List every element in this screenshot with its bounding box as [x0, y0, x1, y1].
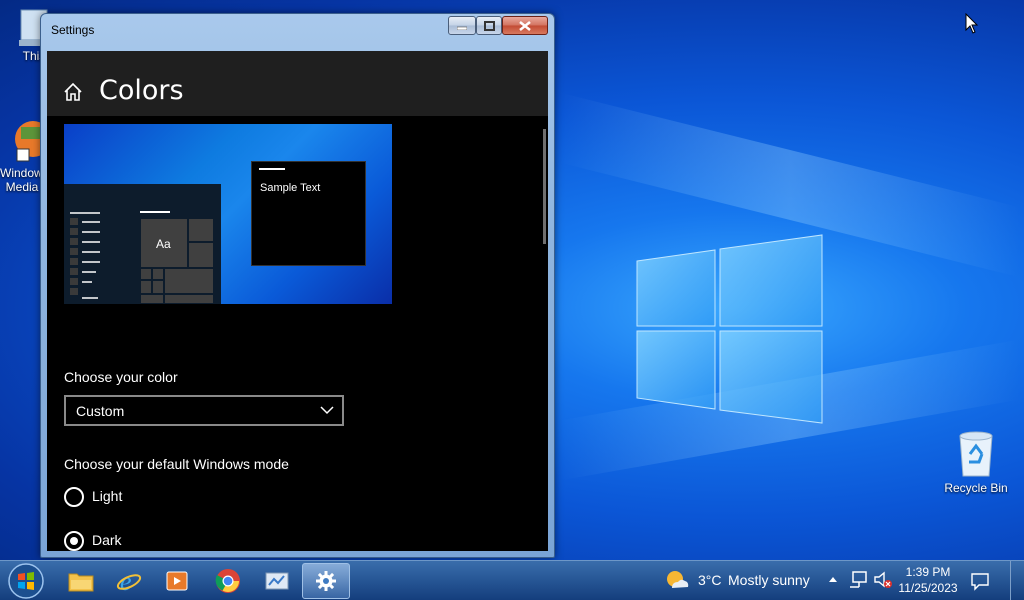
network-icon[interactable] — [849, 571, 869, 589]
taskbar-settings[interactable] — [302, 563, 350, 599]
gear-icon — [316, 571, 336, 591]
theme-preview: Aa Sample Text — [64, 124, 392, 304]
sample-text: Sample Text — [260, 182, 321, 194]
maximize-button[interactable] — [476, 16, 502, 35]
taskbar-media-player[interactable] — [153, 563, 201, 599]
maximize-icon — [483, 20, 495, 31]
media-player-icon — [166, 571, 188, 591]
radio-button[interactable] — [64, 487, 84, 507]
weather-temp: 3°C — [698, 572, 722, 588]
color-dropdown-value: Custom — [76, 403, 125, 419]
preview-menu-lines — [70, 212, 100, 299]
mode-label: Choose your default Windows mode — [64, 456, 289, 472]
start-button[interactable] — [6, 562, 46, 600]
clock-date: 11/25/2023 — [898, 581, 958, 595]
minimize-button[interactable] — [448, 16, 476, 35]
preview-window-bar — [259, 168, 285, 170]
desktop-icon-label: Windows Media — [0, 166, 49, 194]
volume-muted-icon[interactable] — [873, 571, 893, 589]
show-hidden-icons-icon[interactable] — [829, 576, 837, 584]
taskbar-chrome[interactable] — [204, 563, 252, 599]
taskbar: e 3°C Mostly sunny 1:39 PM 11/25/2023 — [0, 560, 1024, 600]
desktop-icon-recycle-bin[interactable]: Recycle Bin — [940, 430, 1012, 495]
weather-condition: Mostly sunny — [728, 572, 810, 588]
close-button[interactable] — [502, 16, 548, 35]
home-icon[interactable] — [63, 82, 83, 102]
settings-window[interactable]: Settings Colors Aa Sample Text Choose yo… — [40, 13, 555, 558]
control-panel-icon — [265, 572, 289, 590]
clock[interactable]: 1:39 PM 11/25/2023 — [893, 563, 963, 599]
preview-window: Sample Text — [251, 161, 366, 266]
taskbar-internet-explorer[interactable]: e — [105, 563, 153, 599]
taskbar-file-explorer[interactable] — [57, 563, 105, 599]
radio-label: Light — [92, 488, 123, 504]
show-desktop-button[interactable] — [1010, 561, 1024, 600]
clock-time: 1:39 PM — [905, 565, 951, 579]
window-title: Settings — [51, 23, 95, 37]
close-icon — [519, 20, 531, 31]
minimize-icon — [457, 26, 467, 30]
settings-content: Colors Aa Sample Text Choose your color … — [47, 51, 548, 551]
radio-label: Dark — [92, 532, 122, 548]
internet-explorer-icon: e — [116, 568, 142, 594]
page-title: Colors — [99, 75, 184, 106]
chrome-icon — [215, 569, 240, 593]
chevron-down-icon — [320, 406, 334, 415]
preview-tile-text: Aa — [156, 237, 171, 251]
weather-widget[interactable]: 3°C Mostly sunny — [664, 568, 824, 594]
mouse-cursor-icon — [965, 13, 979, 34]
radio-button[interactable] — [64, 531, 84, 551]
preview-tiles — [139, 211, 215, 304]
radio-light[interactable]: Light — [64, 486, 184, 508]
choose-color-label: Choose your color — [64, 369, 178, 385]
desktop-icon-label: Recycle Bin — [944, 481, 1008, 495]
radio-selected-dot — [70, 537, 78, 545]
recycle-bin-icon — [959, 431, 993, 477]
radio-dark[interactable]: Dark — [64, 530, 184, 551]
color-dropdown[interactable]: Custom — [64, 395, 344, 426]
folder-icon — [68, 573, 94, 592]
page-header: Colors — [47, 51, 548, 116]
preview-start-panel: Aa — [64, 184, 221, 304]
notifications-icon[interactable] — [970, 571, 990, 591]
windows-logo-wallpaper — [636, 234, 823, 424]
partly-sunny-icon — [667, 571, 689, 588]
taskbar-control-panel[interactable] — [253, 563, 301, 599]
scrollbar[interactable] — [543, 129, 546, 244]
